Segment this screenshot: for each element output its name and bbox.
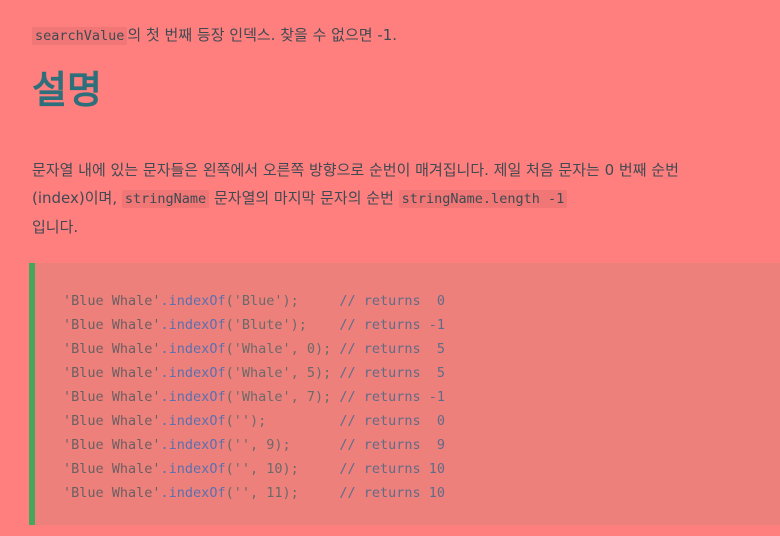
code-method: .indexOf [160,317,226,333]
description-code-length: stringName.length -1 [398,190,568,208]
return-value-text: 의 첫 번째 등장 인덱스. 찾을 수 없으면 -1. [127,26,398,44]
code-args: ('', 10); [225,461,340,477]
code-comment: // returns 0 [339,413,446,429]
code-string: 'Blue Whale' [63,413,161,429]
code-comment: // returns 10 [339,461,446,477]
code-method: .indexOf [160,389,226,405]
code-method: .indexOf [160,293,226,309]
code-args: ('', 9); [225,437,340,453]
code-line: 'Blue Whale'.indexOf('Blue'); // returns… [63,289,445,313]
code-string: 'Blue Whale' [63,365,161,381]
code-args: ('', 11); [225,485,340,501]
code-line: 'Blue Whale'.indexOf('', 10); // returns… [63,457,445,481]
code-args: ('Blute'); [225,317,340,333]
code-comment: // returns 10 [339,485,446,501]
code-example-lines: 'Blue Whale'.indexOf('Blue'); // returns… [63,289,445,505]
code-comment: // returns 5 [339,365,446,381]
code-args: ('Whale', 0); [225,341,340,357]
code-args: ('Blue'); [225,293,340,309]
code-line: 'Blue Whale'.indexOf('Whale', 5); // ret… [63,361,445,385]
code-comment: // returns 9 [339,437,446,453]
code-example-block: 'Blue Whale'.indexOf('Blue'); // returns… [29,263,780,525]
code-comment: // returns -1 [339,317,446,333]
code-method: .indexOf [160,365,226,381]
code-line: 'Blue Whale'.indexOf('Blute'); // return… [63,313,445,337]
code-line: 'Blue Whale'.indexOf('Whale', 0); // ret… [63,337,445,361]
code-line: 'Blue Whale'.indexOf('', 9); // returns … [63,433,445,457]
description-part-3: 입니다. [32,218,79,236]
code-string: 'Blue Whale' [63,389,161,405]
return-value-code: searchValue [32,27,128,45]
code-method: .indexOf [160,341,226,357]
code-line: 'Blue Whale'.indexOf(''); // returns 0 [63,409,445,433]
code-comment: // returns 5 [339,341,446,357]
code-comment: // returns 0 [339,293,446,309]
description-paragraph: 문자열 내에 있는 문자들은 왼쪽에서 오른쪽 방향으로 순번이 매겨집니다. … [32,156,702,241]
code-args: (''); [225,413,340,429]
description-code-stringname: stringName [121,190,210,208]
return-value-line: searchValue 의 첫 번째 등장 인덱스. 찾을 수 없으면 -1. [32,24,397,47]
code-line: 'Blue Whale'.indexOf('Whale', 7); // ret… [63,385,445,409]
code-comment: // returns -1 [339,389,446,405]
code-string: 'Blue Whale' [63,437,161,453]
description-part-2: 문자열의 마지막 문자의 순번 [213,189,394,207]
code-string: 'Blue Whale' [63,293,161,309]
code-string: 'Blue Whale' [63,317,161,333]
code-string: 'Blue Whale' [63,485,161,501]
code-method: .indexOf [160,461,226,477]
code-string: 'Blue Whale' [63,461,161,477]
code-args: ('Whale', 5); [225,365,340,381]
code-method: .indexOf [160,485,226,501]
code-line: 'Blue Whale'.indexOf('', 11); // returns… [63,481,445,505]
code-string: 'Blue Whale' [63,341,161,357]
code-method: .indexOf [160,413,226,429]
section-title: 설명 [32,68,102,112]
code-args: ('Whale', 7); [225,389,340,405]
code-method: .indexOf [160,437,226,453]
